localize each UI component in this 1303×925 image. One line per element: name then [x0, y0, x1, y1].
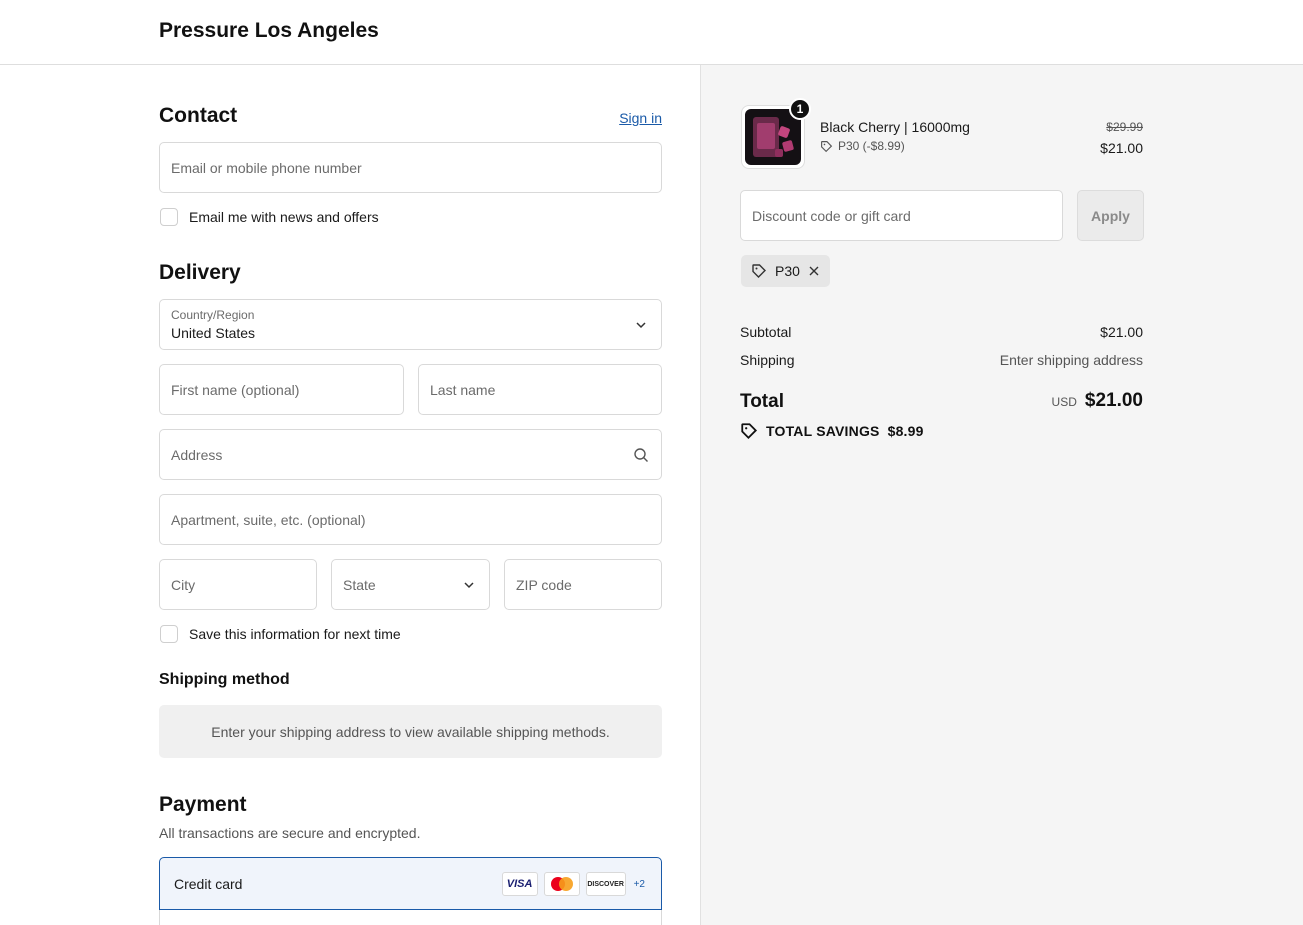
search-icon — [634, 447, 648, 462]
chevron-down-icon — [636, 321, 646, 328]
country-label: Country/Region — [171, 308, 255, 322]
quantity-badge: 1 — [789, 98, 811, 120]
save-info-label: Save this information for next time — [189, 626, 401, 642]
subtotal-label: Subtotal — [740, 324, 792, 340]
close-icon[interactable] — [808, 265, 820, 277]
city-field[interactable]: City — [159, 559, 317, 610]
delivery-title: Delivery — [159, 261, 241, 284]
product-discount: P30 (-$8.99) — [820, 139, 905, 153]
email-field[interactable]: Email or mobile phone number — [159, 142, 662, 193]
order-summary: 1 Black Cherry | 16000mg P30 (-$8.99) $2… — [700, 65, 1303, 925]
shipping-method-notice: Enter your shipping address to view avai… — [159, 705, 662, 758]
total-label: Total — [740, 391, 784, 412]
apply-button[interactable]: Apply — [1077, 190, 1144, 241]
last-name-field[interactable]: Last name — [418, 364, 662, 415]
sign-in-link[interactable]: Sign in — [619, 110, 662, 126]
city-placeholder: City — [171, 576, 196, 593]
shipping-label: Shipping — [740, 352, 795, 368]
first-name-field[interactable]: First name (optional) — [159, 364, 404, 415]
state-placeholder: State — [343, 576, 376, 593]
payment-subtitle: All transactions are secure and encrypte… — [159, 825, 421, 841]
newsletter-label: Email me with news and offers — [189, 209, 379, 225]
currency-code: USD — [1051, 395, 1077, 409]
tag-icon — [741, 423, 758, 440]
credit-card-label: Credit card — [174, 876, 243, 892]
checkout-form: Contact Sign in Email or mobile phone nu… — [0, 65, 700, 925]
header: Pressure Los Angeles — [0, 0, 1303, 65]
address-field[interactable]: Address — [159, 429, 662, 480]
mastercard-icon — [550, 877, 573, 891]
newsletter-checkbox-row[interactable]: Email me with news and offers — [160, 208, 379, 226]
apartment-field[interactable]: Apartment, suite, etc. (optional) — [159, 494, 662, 545]
zip-field[interactable]: ZIP code — [504, 559, 662, 610]
savings-label: TOTAL SAVINGS — [766, 423, 880, 439]
product-price: $21.00 — [1100, 140, 1143, 156]
state-select[interactable]: State — [331, 559, 490, 610]
country-value: United States — [171, 325, 256, 341]
store-name[interactable]: Pressure Los Angeles — [159, 19, 379, 43]
zip-placeholder: ZIP code — [516, 576, 572, 593]
total-savings: TOTAL SAVINGS $8.99 — [740, 422, 924, 440]
mastercard-logo — [543, 872, 580, 896]
more-cards-count: +2 — [633, 878, 645, 890]
product-original-price: $29.99 — [1106, 120, 1143, 134]
discount-code-input[interactable]: Discount code or gift card — [740, 190, 1063, 241]
card-details-panel — [159, 910, 662, 925]
applied-discount-chip: P30 — [741, 255, 830, 287]
shipping-value: Enter shipping address — [999, 352, 1143, 368]
savings-value: $8.99 — [887, 423, 924, 439]
card-logos: VISA DISCOVER +2 — [501, 872, 645, 896]
shipping-method-title: Shipping method — [159, 671, 290, 688]
discount-placeholder: Discount code or gift card — [752, 208, 911, 224]
last-name-placeholder: Last name — [430, 381, 496, 398]
visa-logo: VISA — [501, 872, 538, 896]
contact-title: Contact — [159, 104, 238, 127]
product-name: Black Cherry | 16000mg — [820, 119, 970, 135]
payment-title: Payment — [159, 793, 247, 816]
discover-logo: DISCOVER — [585, 872, 626, 896]
tag-icon — [752, 264, 766, 278]
chevron-down-icon — [464, 581, 474, 588]
subtotal-value: $21.00 — [1100, 324, 1143, 340]
save-info-checkbox-row[interactable]: Save this information for next time — [160, 625, 401, 643]
apartment-placeholder: Apartment, suite, etc. (optional) — [171, 511, 366, 528]
address-placeholder: Address — [171, 446, 223, 463]
newsletter-checkbox[interactable] — [160, 208, 178, 226]
country-select[interactable]: Country/Region United States — [159, 299, 662, 350]
email-placeholder: Email or mobile phone number — [171, 159, 362, 176]
total-value-row: USD $21.00 — [1052, 390, 1143, 412]
credit-card-option[interactable]: Credit card VISA DISCOVER +2 — [159, 857, 662, 910]
product-discount-text: P30 (-$8.99) — [838, 139, 905, 153]
first-name-placeholder: First name (optional) — [171, 381, 300, 398]
tag-icon — [821, 140, 833, 152]
total-amount: $21.00 — [1084, 390, 1143, 411]
save-info-checkbox[interactable] — [160, 625, 178, 643]
applied-code: P30 — [775, 263, 800, 279]
